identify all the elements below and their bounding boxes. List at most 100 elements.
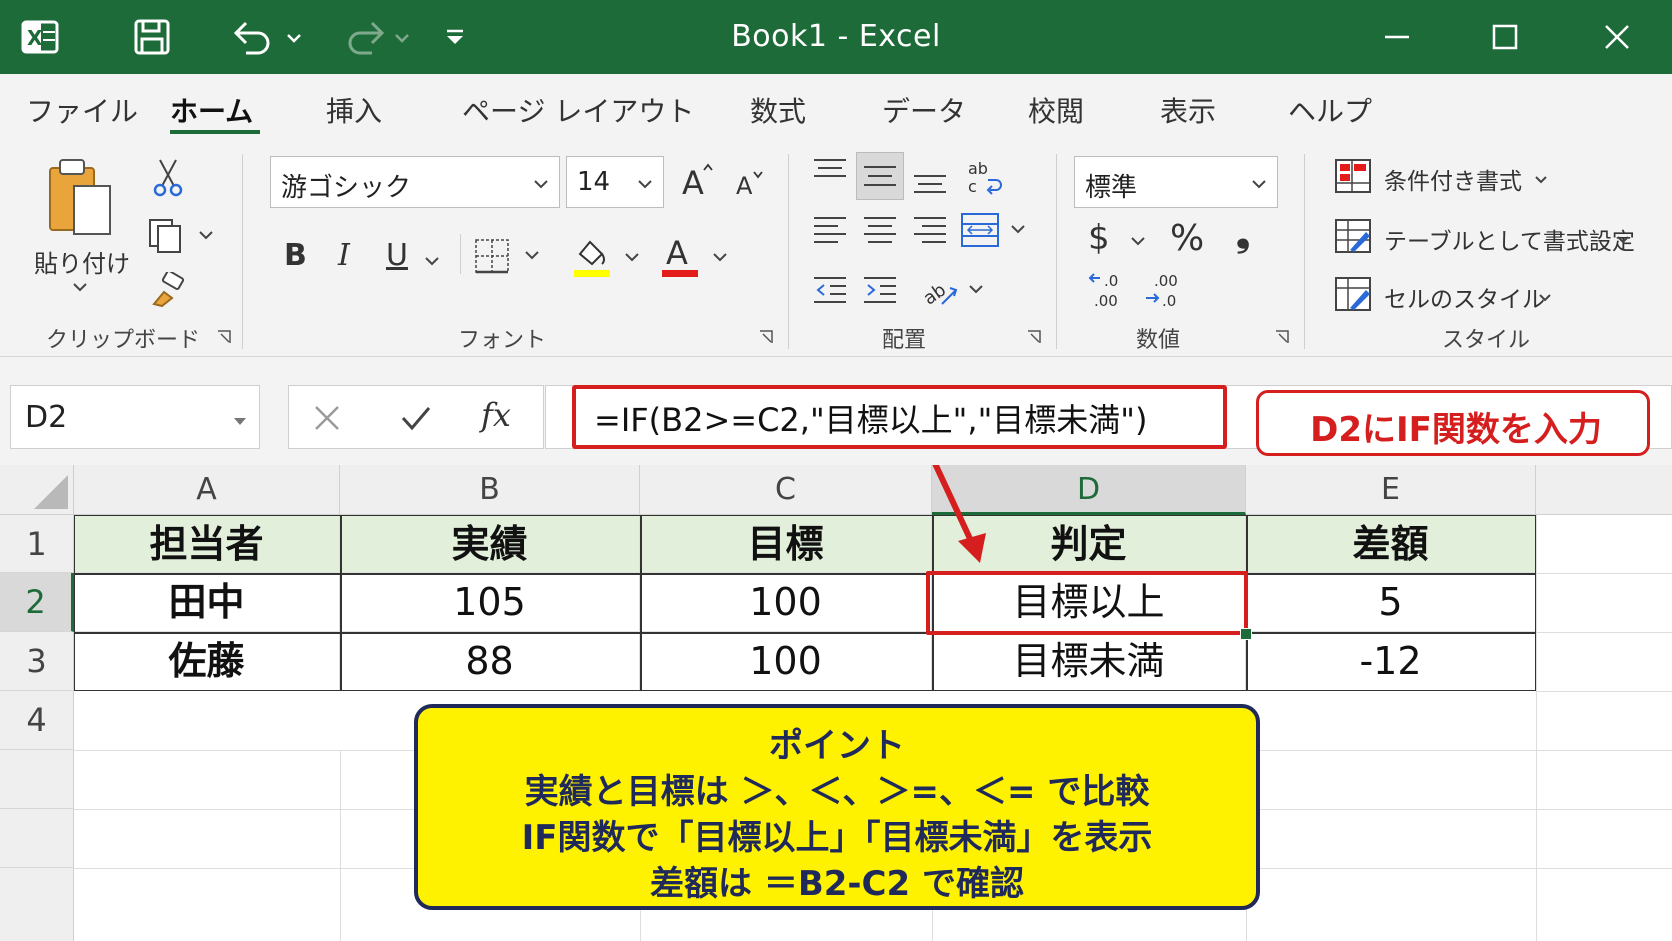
paste-icon[interactable] xyxy=(44,156,118,246)
format-as-table-icon[interactable] xyxy=(1334,218,1372,258)
tab-formulas[interactable]: 数式 xyxy=(750,90,806,130)
conditional-formatting-button[interactable]: 条件付き書式 xyxy=(1384,162,1522,196)
tab-view[interactable]: 表示 xyxy=(1160,90,1216,130)
name-box[interactable]: D2 xyxy=(10,385,260,449)
tab-help[interactable]: ヘルプ xyxy=(1288,90,1372,130)
cell-styles-button[interactable]: セルのスタイル xyxy=(1384,280,1545,314)
cut-icon[interactable] xyxy=(152,158,184,202)
format-as-table-button[interactable]: テーブルとして書式設定 xyxy=(1384,222,1635,256)
row-header-5[interactable] xyxy=(0,750,74,809)
paste-dropdown-icon[interactable] xyxy=(72,278,88,297)
cell-c1[interactable]: 目標 xyxy=(640,515,932,573)
row-header-2[interactable]: 2 xyxy=(0,573,74,632)
insert-function-button[interactable]: fx xyxy=(481,396,511,434)
align-right-icon[interactable] xyxy=(912,212,948,252)
ribbon-separator xyxy=(788,154,789,349)
tab-data[interactable]: データ xyxy=(882,90,966,130)
cancel-icon[interactable] xyxy=(311,402,343,438)
conditional-formatting-icon[interactable] xyxy=(1334,158,1372,198)
tab-file[interactable]: ファイル xyxy=(26,90,138,130)
close-icon[interactable] xyxy=(1592,0,1642,74)
cell-b1[interactable]: 実績 xyxy=(340,515,640,573)
decrease-indent-icon[interactable] xyxy=(812,272,848,312)
cell-c3[interactable]: 100 xyxy=(640,632,932,691)
increase-indent-icon[interactable] xyxy=(862,272,898,312)
font-color-icon[interactable]: A xyxy=(660,232,730,284)
decrease-decimal-icon[interactable]: .00.0 xyxy=(1144,270,1186,314)
underline-dropdown-icon[interactable] xyxy=(424,252,440,271)
cell-a1[interactable]: 担当者 xyxy=(74,515,340,573)
font-size-dropdown[interactable]: 14 xyxy=(566,156,664,208)
chevron-down-icon[interactable] xyxy=(1616,230,1630,249)
bold-button[interactable]: B xyxy=(284,238,307,273)
chevron-down-icon[interactable] xyxy=(1538,288,1552,307)
font-name-dropdown[interactable]: 游ゴシック xyxy=(270,156,560,208)
align-bottom-icon[interactable] xyxy=(912,162,948,202)
column-header-a[interactable]: A xyxy=(74,465,340,515)
alignment-launcher-icon[interactable] xyxy=(1026,329,1042,345)
paste-label[interactable]: 貼り付け xyxy=(34,244,130,279)
cell-c2[interactable]: 100 xyxy=(640,573,932,632)
align-left-icon[interactable] xyxy=(812,212,848,252)
tab-review[interactable]: 校閲 xyxy=(1028,90,1084,130)
cell-b3[interactable]: 88 xyxy=(340,632,640,691)
column-header-c[interactable]: C xyxy=(640,465,932,515)
selected-cell-highlight xyxy=(926,571,1248,635)
fill-color-icon[interactable] xyxy=(572,232,642,284)
chevron-down-icon xyxy=(1251,175,1267,194)
align-top-icon[interactable] xyxy=(812,154,848,194)
number-launcher-icon[interactable] xyxy=(1274,329,1290,345)
cell-b2[interactable]: 105 xyxy=(340,573,640,632)
comma-style-button[interactable]: ❟ xyxy=(1236,214,1250,256)
cell-e2[interactable]: 5 xyxy=(1246,573,1536,632)
merge-center-icon[interactable] xyxy=(960,212,1030,252)
row-header-4[interactable]: 4 xyxy=(0,691,74,750)
row-header-6[interactable] xyxy=(0,809,74,868)
maximize-icon[interactable] xyxy=(1480,0,1530,74)
format-painter-icon[interactable] xyxy=(150,270,188,312)
chevron-down-icon[interactable] xyxy=(1534,170,1548,189)
column-header-f[interactable] xyxy=(1536,465,1672,515)
gridline xyxy=(340,750,341,941)
font-launcher-icon[interactable] xyxy=(758,329,774,345)
column-header-e[interactable]: E xyxy=(1246,465,1536,515)
cell-a3[interactable]: 佐藤 xyxy=(74,632,340,691)
align-middle-icon[interactable] xyxy=(856,152,904,200)
tab-page-layout[interactable]: ページ レイアウト xyxy=(462,90,694,130)
currency-button[interactable]: $ xyxy=(1088,218,1110,258)
currency-dropdown-icon[interactable] xyxy=(1130,232,1146,251)
copy-icon[interactable] xyxy=(148,218,218,258)
row-header-1[interactable]: 1 xyxy=(0,515,74,573)
borders-icon[interactable] xyxy=(474,238,550,278)
align-center-icon[interactable] xyxy=(862,212,898,252)
minimize-icon[interactable] xyxy=(1372,0,1422,74)
column-header-b[interactable]: B xyxy=(340,465,640,515)
clipboard-launcher-icon[interactable] xyxy=(216,329,232,345)
shrink-font-icon[interactable]: A xyxy=(734,168,766,204)
cell-e3[interactable]: -12 xyxy=(1246,632,1536,691)
callout-text: D2にIF関数を入力 xyxy=(1310,410,1602,450)
enter-check-icon[interactable] xyxy=(399,402,433,438)
tab-home[interactable]: ホーム xyxy=(170,90,253,130)
tab-insert[interactable]: 挿入 xyxy=(326,90,382,130)
number-format-dropdown[interactable]: 標準 xyxy=(1074,156,1278,208)
select-all-button[interactable] xyxy=(0,465,74,515)
cell-d3[interactable]: 目標未満 xyxy=(932,632,1246,691)
row-header-3[interactable]: 3 xyxy=(0,632,74,691)
cell-a2[interactable]: 田中 xyxy=(74,573,340,632)
formula-bar: D2 fx =IF(B2>=C2,"目標以上","目標未満") D2にIF関数を… xyxy=(0,357,1672,465)
grow-font-icon[interactable]: A xyxy=(680,160,716,204)
italic-button[interactable]: I xyxy=(338,238,350,273)
percent-button[interactable]: % xyxy=(1170,218,1204,259)
svg-text:A: A xyxy=(736,172,753,200)
name-box-dropdown-icon[interactable] xyxy=(233,412,247,431)
underline-button[interactable]: U xyxy=(386,238,408,273)
cell-e1[interactable]: 差額 xyxy=(1246,515,1536,573)
wrap-text-icon[interactable]: ab c xyxy=(964,158,1004,202)
increase-decimal-icon[interactable]: .0.00 xyxy=(1086,270,1128,314)
orientation-icon[interactable]: ab xyxy=(920,270,988,314)
cell-styles-icon[interactable] xyxy=(1334,276,1372,316)
svg-text:ab: ab xyxy=(968,159,988,178)
fill-handle[interactable] xyxy=(1240,628,1252,640)
row-header-7[interactable] xyxy=(0,868,74,941)
